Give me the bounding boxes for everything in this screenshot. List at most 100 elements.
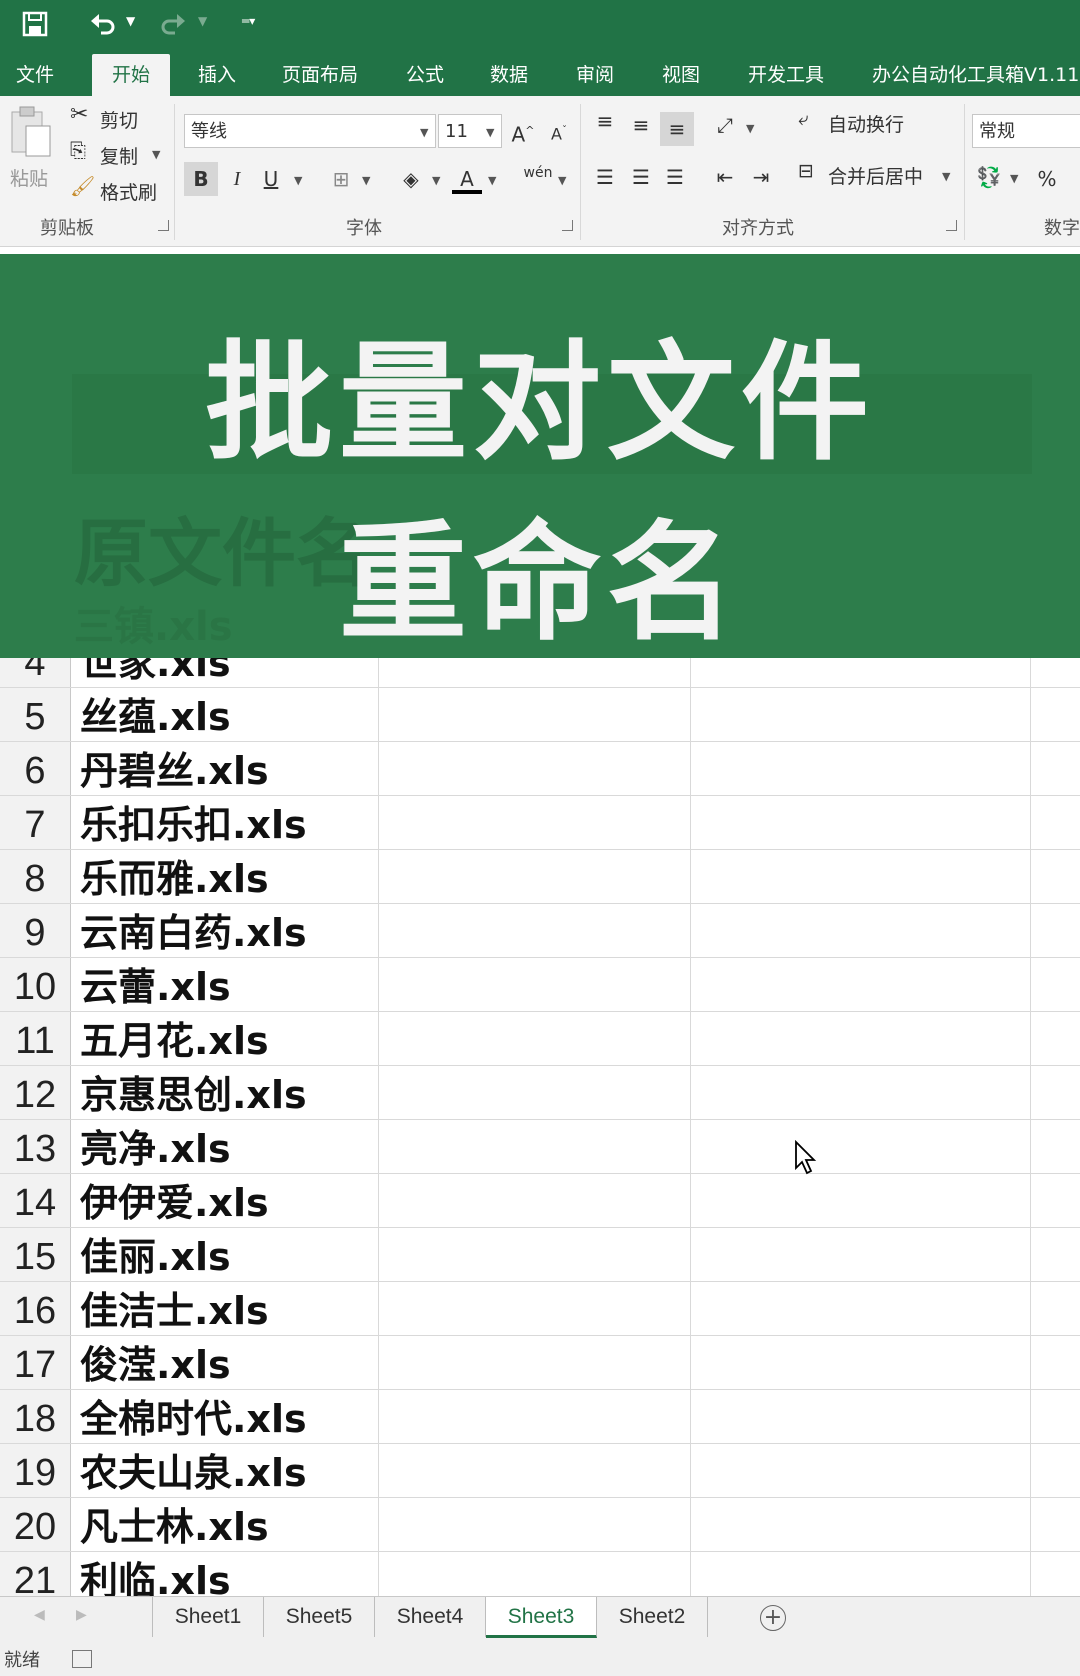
table-row[interactable]: 13 亮净.xls <box>0 1120 1080 1174</box>
sheet-tab[interactable]: Sheet5 <box>264 1597 375 1637</box>
sheet-tab-active[interactable]: Sheet3 <box>486 1597 597 1638</box>
wrap-text-button[interactable]: 自动换行 <box>828 110 904 137</box>
row-header[interactable]: 9 <box>0 904 71 957</box>
table-row[interactable]: 5 丝蕴.xls <box>0 688 1080 742</box>
align-left-icon[interactable]: ☰ <box>590 160 620 194</box>
row-header[interactable]: 10 <box>0 958 71 1011</box>
table-row[interactable]: 9 云南白药.xls <box>0 904 1080 958</box>
tab-office-toolbox[interactable]: 办公自动化工具箱V1.11 <box>872 54 1079 96</box>
align-middle-icon[interactable]: ≡ <box>626 108 656 142</box>
row-header[interactable]: 20 <box>0 1498 71 1551</box>
undo-dropdown-icon[interactable]: ▼ <box>126 14 135 28</box>
underline-dropdown-icon[interactable]: ▼ <box>294 174 302 187</box>
row-header[interactable]: 15 <box>0 1228 71 1281</box>
cell-filename[interactable]: 亮净.xls <box>80 1120 231 1178</box>
tab-view[interactable]: 视图 <box>662 54 700 96</box>
row-header[interactable]: 14 <box>0 1174 71 1227</box>
row-header[interactable]: 5 <box>0 688 71 741</box>
table-row[interactable]: 7 乐扣乐扣.xls <box>0 796 1080 850</box>
underline-button[interactable]: U <box>256 162 286 196</box>
table-row[interactable]: 10 云蕾.xls <box>0 958 1080 1012</box>
bold-button[interactable]: B <box>184 162 218 196</box>
macro-record-icon[interactable] <box>72 1650 92 1668</box>
table-row[interactable]: 11 五月花.xls <box>0 1012 1080 1066</box>
cell-filename[interactable]: 伊伊爱.xls <box>80 1174 269 1232</box>
cell-filename[interactable]: 京惠思创.xls <box>80 1066 307 1124</box>
decrease-font-size-button[interactable]: Aˇ <box>544 114 574 148</box>
align-center-icon[interactable]: ☰ <box>626 160 656 194</box>
increase-indent-icon[interactable]: ⇥ <box>746 160 776 194</box>
table-row[interactable]: 12 京惠思创.xls <box>0 1066 1080 1120</box>
sheet-tab[interactable]: Sheet1 <box>153 1597 264 1637</box>
row-header[interactable]: 7 <box>0 796 71 849</box>
table-row[interactable]: 4 世家.xls <box>0 658 1080 688</box>
tab-developer[interactable]: 开发工具 <box>748 54 824 96</box>
row-header[interactable]: 17 <box>0 1336 71 1389</box>
table-row[interactable]: 15 佳丽.xls <box>0 1228 1080 1282</box>
align-right-icon[interactable]: ☰ <box>660 160 690 194</box>
table-row[interactable]: 16 佳洁士.xls <box>0 1282 1080 1336</box>
fill-color-dropdown-icon[interactable]: ▼ <box>432 174 440 187</box>
decrease-indent-icon[interactable]: ⇤ <box>710 160 740 194</box>
cell-filename[interactable]: 世家.xls <box>80 658 231 692</box>
font-launcher-icon[interactable] <box>562 220 573 231</box>
cell-filename[interactable]: 乐扣乐扣.xls <box>80 796 307 854</box>
borders-icon[interactable]: ⊞ <box>326 162 356 196</box>
percent-style-button[interactable]: % <box>1030 162 1064 196</box>
cell-filename[interactable]: 乐而雅.xls <box>80 850 269 908</box>
italic-button[interactable]: I <box>222 162 252 196</box>
cell-filename[interactable]: 佳丽.xls <box>80 1228 231 1286</box>
save-icon[interactable] <box>18 6 52 42</box>
row-header[interactable]: 6 <box>0 742 71 795</box>
row-header[interactable]: 13 <box>0 1120 71 1173</box>
font-color-icon[interactable]: A <box>452 162 482 194</box>
align-top-icon[interactable]: ≡ <box>590 104 620 138</box>
phonetic-dropdown-icon[interactable]: ▼ <box>558 174 566 187</box>
table-row[interactable]: 14 伊伊爱.xls <box>0 1174 1080 1228</box>
row-header[interactable]: 19 <box>0 1444 71 1497</box>
copy-button[interactable]: 复制 <box>100 142 138 169</box>
borders-dropdown-icon[interactable]: ▼ <box>362 174 370 187</box>
copy-dropdown-icon[interactable]: ▼ <box>152 148 160 161</box>
table-row[interactable]: 18 全棉时代.xls <box>0 1390 1080 1444</box>
tab-home[interactable]: 开始 <box>92 54 171 96</box>
accounting-dropdown-icon[interactable]: ▼ <box>1010 172 1018 185</box>
font-name-select[interactable]: 等线 <box>184 114 436 148</box>
table-row[interactable]: 19 农夫山泉.xls <box>0 1444 1080 1498</box>
orientation-dropdown-icon[interactable]: ▼ <box>746 122 754 135</box>
fill-color-icon[interactable]: ◈ <box>396 162 426 196</box>
row-header[interactable]: 18 <box>0 1390 71 1443</box>
tab-page-layout[interactable]: 页面布局 <box>282 54 358 96</box>
merge-center-dropdown-icon[interactable]: ▼ <box>942 170 950 183</box>
tab-formulas[interactable]: 公式 <box>406 54 444 96</box>
cell-filename[interactable]: 丝蕴.xls <box>80 688 231 746</box>
cell-filename[interactable]: 丹碧丝.xls <box>80 742 269 800</box>
accounting-format-icon[interactable]: 💱 <box>974 160 1004 194</box>
row-header[interactable]: 8 <box>0 850 71 903</box>
customize-qat-icon[interactable]: ═▾ <box>242 14 255 28</box>
cell-filename[interactable]: 五月花.xls <box>80 1012 269 1070</box>
worksheet-grid[interactable]: 4 世家.xls 5 丝蕴.xls 6 丹碧丝.xls 7 乐扣乐扣.xls 8 乐而雅.… <box>0 658 1080 1596</box>
paste-button[interactable]: 粘贴 <box>8 104 58 204</box>
tab-review[interactable]: 审阅 <box>576 54 614 96</box>
sheet-tab[interactable]: Sheet4 <box>375 1597 486 1637</box>
cell-filename[interactable]: 佳洁士.xls <box>80 1282 269 1340</box>
row-header[interactable]: 21 <box>0 1552 71 1596</box>
cut-button[interactable]: 剪切 <box>100 106 138 133</box>
table-row[interactable]: 17 俊滢.xls <box>0 1336 1080 1390</box>
increase-font-size-button[interactable]: A^ <box>508 114 538 148</box>
cell-filename[interactable]: 凡士林.xls <box>80 1498 269 1556</box>
tab-file[interactable]: 文件 <box>16 54 54 96</box>
cell-filename[interactable]: 云蕾.xls <box>80 958 231 1016</box>
add-sheet-icon[interactable]: + <box>760 1605 786 1631</box>
format-painter-button[interactable]: 格式刷 <box>100 178 157 205</box>
undo-icon[interactable] <box>86 6 120 42</box>
row-header[interactable]: 11 <box>0 1012 71 1065</box>
cell-filename[interactable]: 农夫山泉.xls <box>80 1444 307 1502</box>
font-color-dropdown-icon[interactable]: ▼ <box>488 174 496 187</box>
table-row[interactable]: 21 利临.xls <box>0 1552 1080 1596</box>
alignment-launcher-icon[interactable] <box>946 220 957 231</box>
cell-filename[interactable]: 云南白药.xls <box>80 904 307 962</box>
table-row[interactable]: 8 乐而雅.xls <box>0 850 1080 904</box>
clipboard-launcher-icon[interactable] <box>158 220 169 231</box>
